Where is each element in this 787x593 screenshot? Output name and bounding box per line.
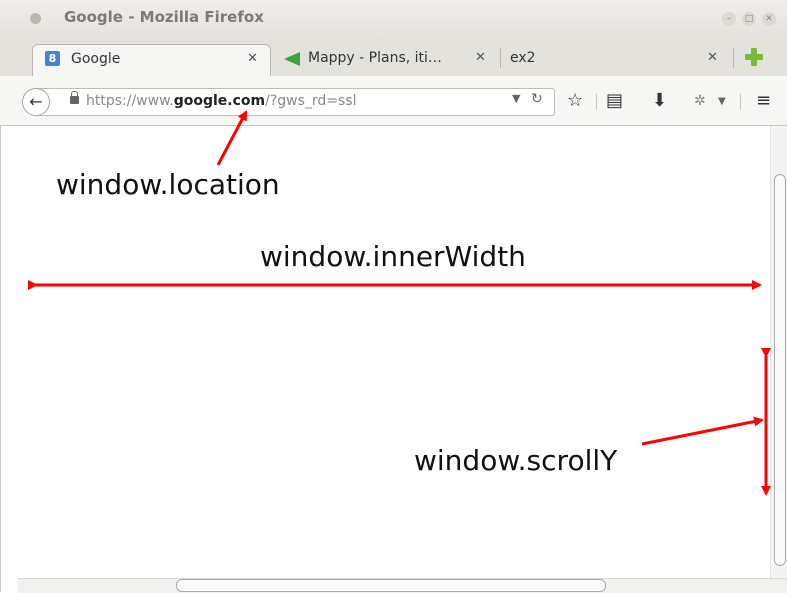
tab-label: Mappy - Plans, iti… (308, 50, 442, 66)
window-title: Google - Mozilla Firefox (64, 8, 264, 26)
page-left-edge (0, 126, 19, 592)
history-dropdown-icon[interactable]: ▼ (512, 92, 520, 105)
reading-list-icon[interactable]: ▤ (606, 90, 623, 111)
extension-icon[interactable]: ✲ (694, 93, 706, 109)
tab-close-icon[interactable]: ✕ (475, 50, 486, 65)
horizontal-scroll-thumb[interactable] (176, 579, 606, 592)
title-bar: Google - Mozilla Firefox – □ ✕ (0, 0, 787, 38)
url-bar[interactable]: https://www.google.com/?gws_rd=ssl ▼ ↻ (34, 88, 555, 116)
lock-icon (70, 91, 79, 104)
navigation-toolbar: https://www.google.com/?gws_rd=ssl ▼ ↻ ←… (0, 76, 787, 126)
annotation-scroll-y: window.scrollY (414, 444, 618, 477)
tab-close-icon[interactable]: ✕ (707, 50, 718, 65)
close-window-button[interactable]: ✕ (762, 12, 776, 26)
reload-icon[interactable]: ↻ (531, 91, 543, 107)
tab-separator (733, 48, 734, 68)
horizontal-scrollbar[interactable] (18, 578, 787, 593)
maximize-button[interactable]: □ (742, 12, 756, 26)
new-tab-button[interactable] (740, 44, 770, 70)
vertical-scrollbar[interactable] (770, 126, 787, 578)
url-text[interactable]: https://www.google.com/?gws_rd=ssl (86, 93, 357, 109)
tab-mappy[interactable]: Mappy - Plans, iti… ✕ (278, 44, 496, 76)
google-favicon-icon: 8 (45, 51, 60, 66)
tab-label: Google (71, 51, 121, 67)
tab-label: ex2 (510, 50, 536, 66)
tab-ex2[interactable]: ex2 ✕ (500, 44, 728, 76)
menu-icon[interactable]: ≡ (756, 90, 771, 111)
minimize-button[interactable]: – (722, 12, 736, 26)
tab-close-icon[interactable]: ✕ (247, 51, 258, 66)
download-icon[interactable]: ⬇ (652, 90, 667, 111)
tab-google[interactable]: 8 Google ✕ (32, 44, 271, 77)
mappy-favicon-icon (284, 52, 300, 66)
extension-dropdown-icon[interactable]: ▼ (718, 96, 726, 107)
bookmark-star-icon[interactable]: ☆ (567, 90, 583, 111)
firefox-icon (30, 13, 41, 24)
annotation-location: window.location (56, 168, 280, 201)
vertical-scroll-thumb[interactable] (774, 174, 786, 566)
back-button[interactable]: ← (22, 88, 50, 116)
annotation-inner-width: window.innerWidth (260, 240, 526, 273)
tab-strip: 8 Google ✕ Mappy - Plans, iti… ✕ ex2 ✕ (0, 38, 787, 77)
